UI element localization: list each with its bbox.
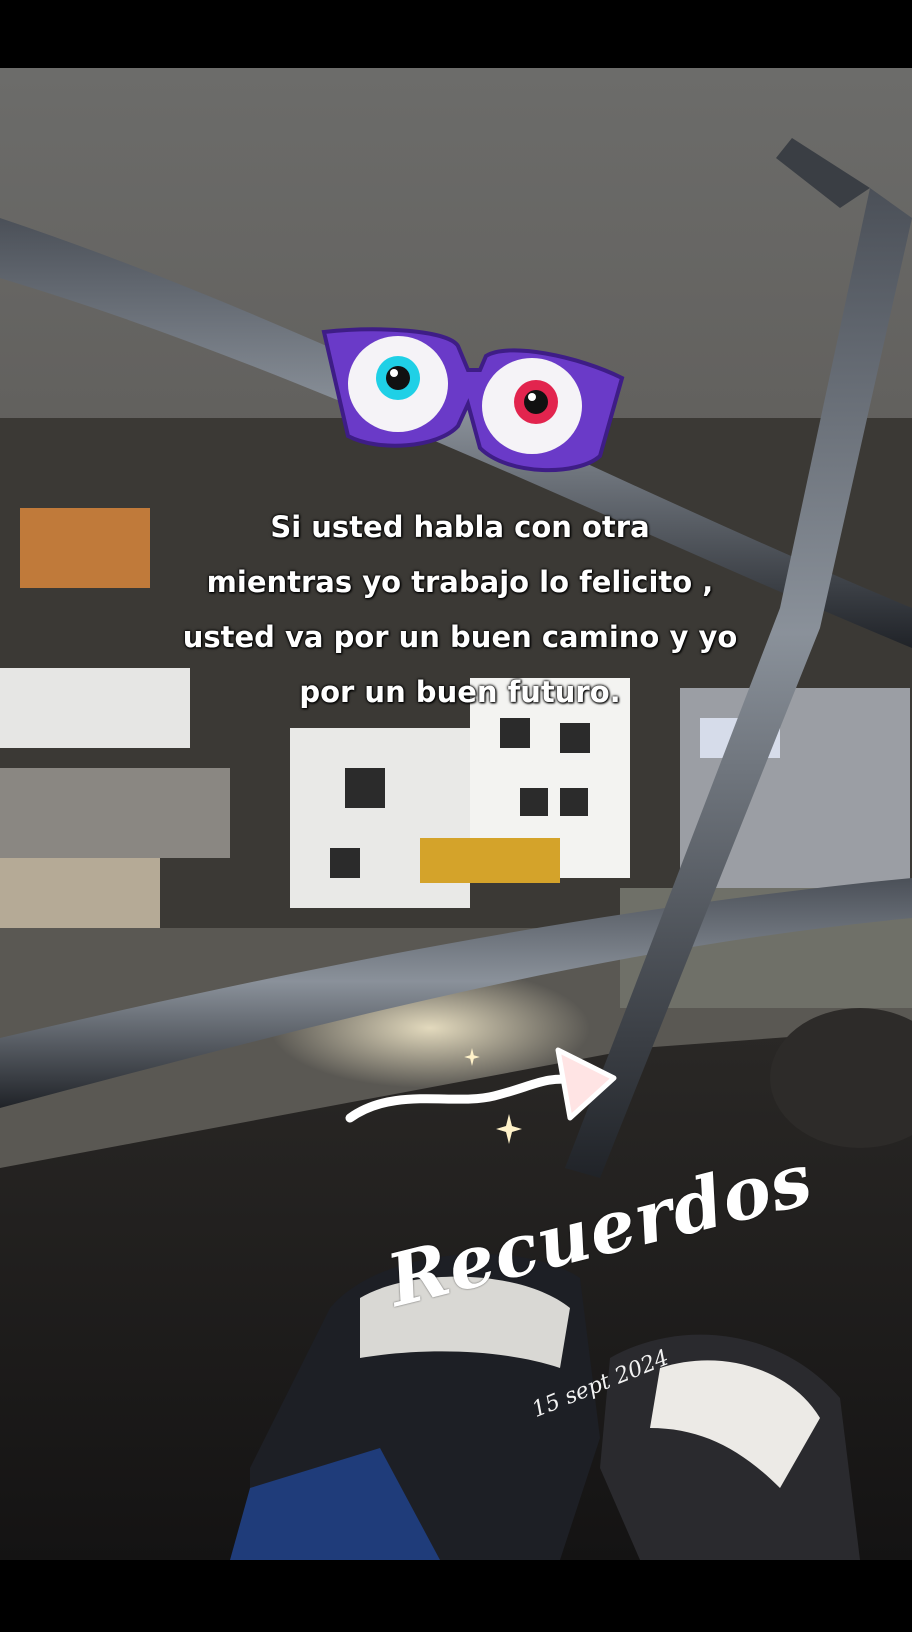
caption-line: por un buen futuro. (299, 675, 621, 709)
photo-scene (0, 68, 912, 1560)
story-frame: Si usted habla con otra mientras yo trab… (0, 0, 912, 1632)
googly-eyes-glasses-sticker (321, 327, 625, 473)
night-balcony-photo: Si usted habla con otra mientras yo trab… (0, 68, 912, 1560)
caption-line: mientras yo trabajo lo felicito , (206, 565, 714, 599)
swoosh-arrow-sticker (345, 1047, 617, 1123)
sparkle-icon (496, 1114, 522, 1144)
sparkle-icon (464, 1048, 480, 1066)
story-caption: Si usted habla con otra mientras yo trab… (150, 500, 770, 720)
caption-line: usted va por un buen camino y yo (182, 620, 738, 654)
caption-line: Si usted habla con otra (270, 510, 650, 544)
